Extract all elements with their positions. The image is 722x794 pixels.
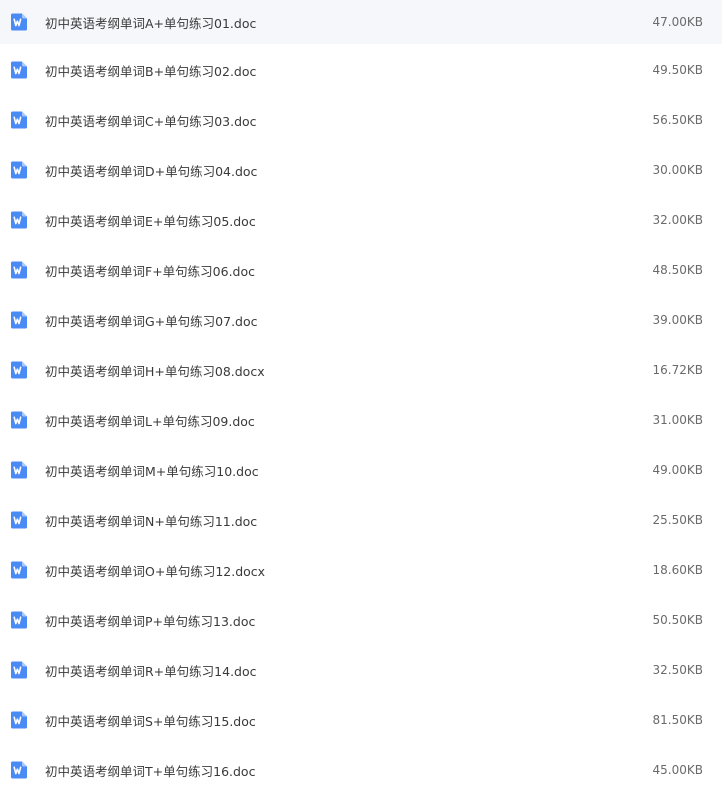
file-size: 56.50KB [652, 113, 703, 127]
word-doc-icon [11, 661, 27, 679]
file-row[interactable]: 初中英语考纲单词N+单句练习11.doc 25.50KB [0, 498, 722, 542]
file-name[interactable]: 初中英语考纲单词R+单句练习14.doc [45, 661, 257, 680]
file-row[interactable]: 初中英语考纲单词L+单句练习09.doc 31.00KB [0, 398, 722, 442]
file-row[interactable]: 初中英语考纲单词H+单句练习08.docx 16.72KB [0, 348, 722, 392]
file-size: 25.50KB [652, 513, 703, 527]
file-name[interactable]: 初中英语考纲单词T+单句练习16.doc [45, 761, 255, 780]
file-size: 49.00KB [652, 463, 703, 477]
word-doc-icon [11, 111, 27, 129]
file-name[interactable]: 初中英语考纲单词E+单句练习05.doc [45, 211, 256, 230]
file-size: 81.50KB [652, 713, 703, 727]
file-row[interactable]: 初中英语考纲单词O+单句练习12.docx 18.60KB [0, 548, 722, 592]
file-size: 47.00KB [652, 15, 703, 29]
file-row[interactable]: 初中英语考纲单词R+单句练习14.doc 32.50KB [0, 648, 722, 692]
file-name[interactable]: 初中英语考纲单词S+单句练习15.doc [45, 711, 256, 730]
file-name[interactable]: 初中英语考纲单词M+单句练习10.doc [45, 461, 259, 480]
file-row[interactable]: 初中英语考纲单词F+单句练习06.doc 48.50KB [0, 248, 722, 292]
word-doc-icon [11, 13, 27, 31]
file-size: 30.00KB [652, 163, 703, 177]
word-doc-icon [11, 211, 27, 229]
file-name[interactable]: 初中英语考纲单词L+单句练习09.doc [45, 411, 255, 430]
file-name[interactable]: 初中英语考纲单词P+单句练习13.doc [45, 611, 255, 630]
word-doc-icon [11, 561, 27, 579]
file-row[interactable]: 初中英语考纲单词D+单句练习04.doc 30.00KB [0, 148, 722, 192]
file-row[interactable]: 初中英语考纲单词A+单句练习01.doc 47.00KB [0, 0, 722, 44]
word-doc-icon [11, 161, 27, 179]
file-size: 31.00KB [652, 413, 703, 427]
file-name[interactable]: 初中英语考纲单词D+单句练习04.doc [45, 161, 257, 180]
file-size: 45.00KB [652, 763, 703, 777]
file-list: 初中英语考纲单词A+单句练习01.doc 47.00KB 初中英语考纲单词B+单… [0, 0, 722, 794]
file-name[interactable]: 初中英语考纲单词A+单句练习01.doc [45, 13, 256, 32]
word-doc-icon [11, 711, 27, 729]
file-name[interactable]: 初中英语考纲单词C+单句练习03.doc [45, 111, 257, 130]
word-doc-icon [11, 311, 27, 329]
file-size: 32.50KB [652, 663, 703, 677]
file-row[interactable]: 初中英语考纲单词B+单句练习02.doc 49.50KB [0, 48, 722, 92]
word-doc-icon [11, 261, 27, 279]
file-name[interactable]: 初中英语考纲单词O+单句练习12.docx [45, 561, 265, 580]
file-name[interactable]: 初中英语考纲单词H+单句练习08.docx [45, 361, 265, 380]
word-doc-icon [11, 761, 27, 779]
file-row[interactable]: 初中英语考纲单词T+单句练习16.doc 45.00KB [0, 748, 722, 792]
file-row[interactable]: 初中英语考纲单词M+单句练习10.doc 49.00KB [0, 448, 722, 492]
file-size: 49.50KB [652, 63, 703, 77]
file-name[interactable]: 初中英语考纲单词F+单句练习06.doc [45, 261, 255, 280]
word-doc-icon [11, 611, 27, 629]
file-name[interactable]: 初中英语考纲单词B+单句练习02.doc [45, 61, 256, 80]
word-doc-icon [11, 61, 27, 79]
file-size: 50.50KB [652, 613, 703, 627]
file-size: 48.50KB [652, 263, 703, 277]
file-row[interactable]: 初中英语考纲单词P+单句练习13.doc 50.50KB [0, 598, 722, 642]
file-size: 18.60KB [652, 563, 703, 577]
file-row[interactable]: 初中英语考纲单词C+单句练习03.doc 56.50KB [0, 98, 722, 142]
file-name[interactable]: 初中英语考纲单词N+单句练习11.doc [45, 511, 257, 530]
file-name[interactable]: 初中英语考纲单词G+单句练习07.doc [45, 311, 258, 330]
file-size: 16.72KB [652, 363, 703, 377]
file-row[interactable]: 初中英语考纲单词E+单句练习05.doc 32.00KB [0, 198, 722, 242]
file-size: 32.00KB [652, 213, 703, 227]
word-doc-icon [11, 461, 27, 479]
file-row[interactable]: 初中英语考纲单词S+单句练习15.doc 81.50KB [0, 698, 722, 742]
word-doc-icon [11, 511, 27, 529]
word-doc-icon [11, 411, 27, 429]
word-doc-icon [11, 361, 27, 379]
file-size: 39.00KB [652, 313, 703, 327]
file-row[interactable]: 初中英语考纲单词G+单句练习07.doc 39.00KB [0, 298, 722, 342]
